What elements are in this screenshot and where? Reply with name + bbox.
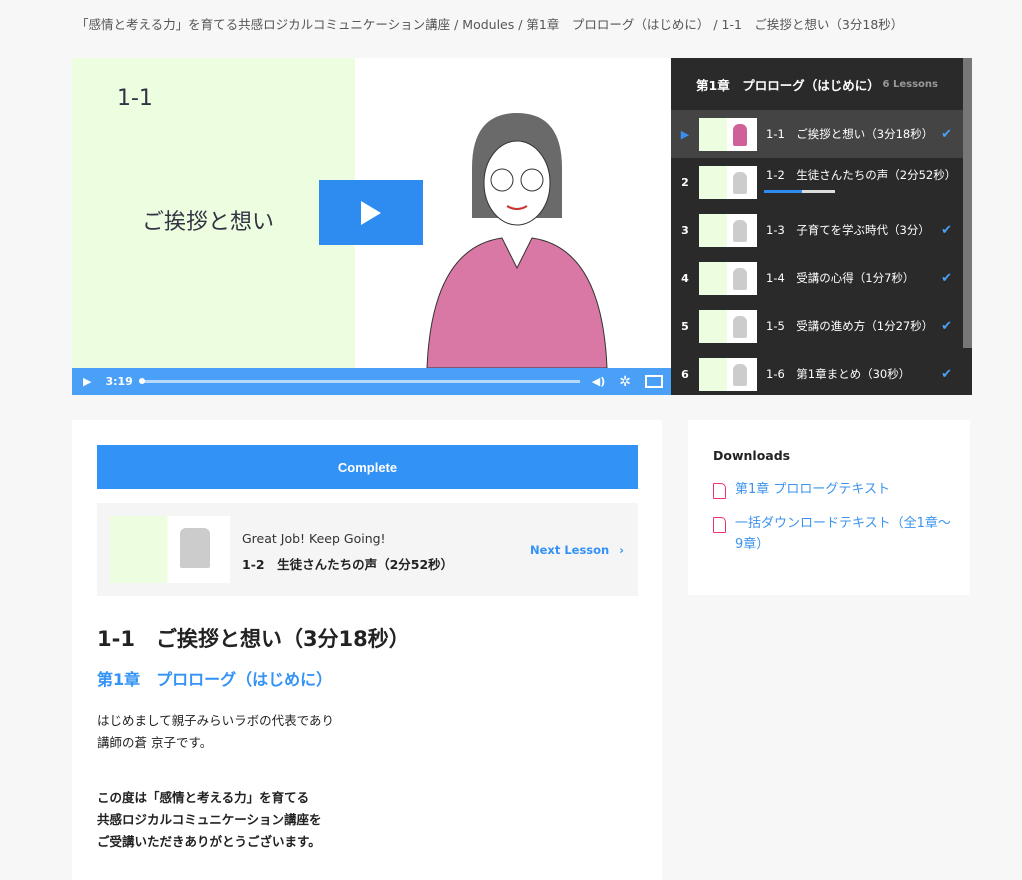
next-lesson-link[interactable]: Next Lesson ›: [530, 543, 624, 557]
sidebar-lesson-item[interactable]: 3 1-3 子育てを学ぶ時代（3分） ✔: [671, 206, 972, 254]
lesson-title: 1-1 ご挨拶と想い（3分18秒）: [766, 127, 934, 141]
sidebar-lesson-item[interactable]: ▶ 1-1 ご挨拶と想い（3分18秒） ✔: [671, 110, 972, 158]
lesson-number: 5: [681, 319, 689, 333]
seek-bar[interactable]: [138, 378, 580, 384]
scrollbar[interactable]: [963, 58, 972, 348]
sidebar-lesson-item[interactable]: 6 1-6 第1章まとめ（30秒） ✔: [671, 350, 972, 395]
thanks-paragraph: この度は「感情と考える力」を育てる 共感ロジカルコミュニケーション講座を ご受講…: [97, 787, 322, 853]
time-display: 3:19: [105, 375, 133, 388]
text-line: 講師の蒼 京子です。: [97, 735, 213, 750]
lesson-progress-bar: [764, 190, 835, 193]
play-icon: [361, 200, 381, 225]
download-link[interactable]: 第1章 プロローグテキスト: [713, 479, 953, 500]
check-icon: ✔: [941, 126, 952, 142]
next-lesson-title: 1-2 生徒さんたちの声（2分52秒）: [242, 557, 454, 572]
download-link[interactable]: 一括ダウンロードテキスト（全1章〜9章）: [713, 513, 953, 555]
lesson-thumbnail: [699, 309, 757, 343]
complete-button[interactable]: Complete: [97, 445, 638, 489]
text-line: はじめまして親子みらいラボの代表であり: [97, 713, 335, 728]
sidebar-lesson-item[interactable]: 4 1-4 受講の心得（1分7秒） ✔: [671, 254, 972, 302]
lesson-content: Complete Great Job! Keep Going! 1-2 生徒さん…: [72, 420, 662, 880]
volume-icon[interactable]: ◀): [592, 375, 606, 388]
lesson-thumbnail: [699, 165, 757, 199]
text-line: ご受講いただきありがとうございます。: [97, 834, 321, 849]
sidebar-lesson-item[interactable]: 5 1-5 受講の進め方（1分27秒） ✔: [671, 302, 972, 350]
downloads-panel: Downloads 第1章 プロローグテキスト 一括ダウンロードテキスト（全1章…: [688, 420, 970, 595]
pdf-icon: [713, 483, 726, 499]
sidebar-lesson-item[interactable]: 2 1-2 生徒さんたちの声（2分52秒）: [671, 158, 972, 206]
slide-title: ご挨拶と想い: [142, 210, 275, 235]
slide-panel: 1-1 ご挨拶と想い: [72, 58, 355, 368]
video-controls: ▶ 3:19 ◀) ✲: [72, 368, 671, 395]
check-icon: ✔: [941, 366, 952, 382]
play-button[interactable]: [319, 180, 423, 245]
next-lesson-thumbnail: [110, 516, 230, 583]
lesson-sidebar: 第1章 プロローグ（はじめに） 6 Lessons ▶ 1-1 ご挨拶と想い（3分…: [671, 58, 972, 395]
check-icon: ✔: [941, 318, 952, 334]
pdf-icon: [713, 517, 726, 533]
download-label: 一括ダウンロードテキスト（全1章〜9章）: [735, 516, 951, 552]
lesson-title: 1-4 受講の心得（1分7秒）: [766, 271, 915, 285]
check-icon: ✔: [941, 222, 952, 238]
next-greeting: Great Job! Keep Going!: [242, 531, 386, 546]
sidebar-header: 第1章 プロローグ（はじめに） 6 Lessons: [671, 58, 972, 110]
lesson-number: 6: [681, 367, 689, 381]
lesson-title: 1-6 第1章まとめ（30秒）: [766, 367, 911, 381]
intro-paragraph: はじめまして親子みらいラボの代表であり 講師の蒼 京子です。: [97, 710, 334, 754]
next-lesson-label: Next Lesson: [529, 543, 610, 557]
downloads-title: Downloads: [713, 448, 791, 463]
chapter-title: 第1章 プロローグ（はじめに）: [696, 77, 880, 93]
lesson-thumbnail: [699, 357, 757, 391]
text-line: この度は「感情と考える力」を育てる: [97, 790, 310, 805]
presenter-illustration: [426, 113, 608, 368]
text-line: 共感ロジカルコミュニケーション講座を: [97, 812, 322, 827]
lesson-title: 1-5 受講の進め方（1分27秒）: [766, 319, 934, 333]
lesson-number: 2: [681, 175, 689, 189]
lesson-thumbnail: [699, 261, 757, 295]
lesson-thumbnail: [699, 117, 757, 151]
chapter-subtitle: 第1章 プロローグ（はじめに）: [97, 670, 333, 689]
lesson-number: 4: [681, 271, 689, 285]
lesson-count: 6 Lessons: [882, 78, 938, 90]
video-player[interactable]: 1-1 ご挨拶と想い ▶ 3:19 ◀) ✲: [72, 58, 671, 395]
fullscreen-icon[interactable]: [645, 375, 663, 388]
chevron-right-icon: ›: [619, 543, 624, 557]
playing-icon: ▶: [680, 127, 690, 141]
settings-icon[interactable]: ✲: [619, 374, 631, 390]
lesson-number: 3: [681, 223, 689, 237]
download-label: 第1章 プロローグテキスト: [735, 482, 891, 497]
play-small-icon[interactable]: ▶: [83, 375, 91, 388]
lesson-title: 1-2 生徒さんたちの声（2分52秒）: [766, 168, 957, 182]
lesson-title: 1-1 ご挨拶と想い（3分18秒）: [97, 627, 410, 651]
check-icon: ✔: [941, 270, 952, 286]
lesson-thumbnail: [699, 213, 757, 247]
slide-number: 1-1: [117, 86, 153, 111]
lesson-title: 1-3 子育てを学ぶ時代（3分）: [766, 223, 930, 237]
next-lesson-card[interactable]: Great Job! Keep Going! 1-2 生徒さんたちの声（2分52…: [97, 503, 638, 596]
breadcrumb[interactable]: 「感情と考える力」を育てる共感ロジカルコミュニケーション講座 / Modules…: [76, 14, 903, 33]
